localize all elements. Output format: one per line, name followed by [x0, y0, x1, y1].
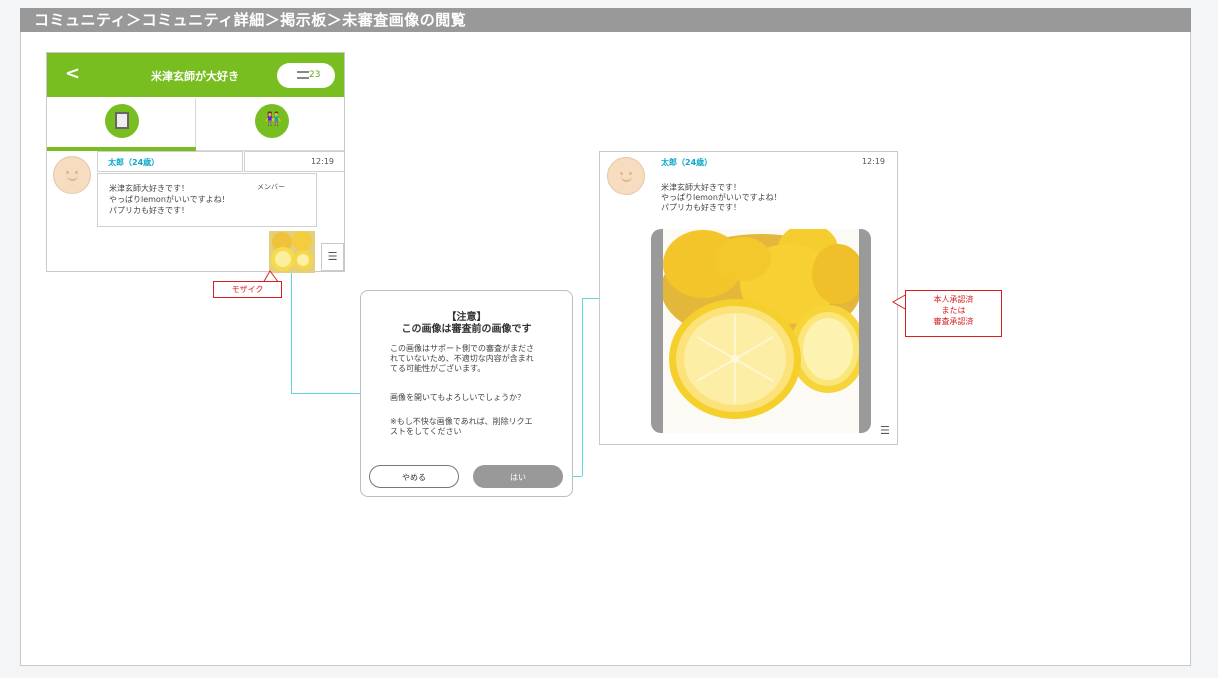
message-line: やっぱりlemonがいいですよね！ [661, 193, 782, 202]
community-board-screen: < 米津玄師が大好き 23 👫 メンバー 太郎（24歳） 12:19 米津玄師大… [46, 52, 345, 273]
approved-annotation: 本人承認済 または 審査承認済 [905, 290, 1002, 337]
message-line: パプリカも好きです！ [109, 206, 189, 215]
connector-line [291, 272, 292, 393]
dialog-note: ※もし不快な画像であれば、削除リクエ ストをしてください [390, 417, 533, 437]
dialog-line: てる可能性がございます。 [390, 364, 486, 373]
dialog-title: この画像は審査前の画像です [401, 324, 532, 335]
post-count: 23 [309, 70, 321, 80]
message-line: パプリカも好きです！ [661, 203, 741, 212]
list-icon [297, 71, 309, 79]
post-time: 12:19 [310, 157, 334, 166]
avatar [607, 157, 645, 195]
tab-board[interactable] [47, 98, 196, 151]
mosaic-annotation: モザイク [213, 281, 282, 298]
post-menu-button[interactable]: ☰ [321, 243, 344, 271]
post-message-box: 米津玄師大好きです！ やっぱりlemonがいいですよね！ パプリカも好きです！ [97, 173, 317, 227]
post-author-box: 太郎（24歳） [97, 151, 243, 172]
cancel-button[interactable]: やめる [369, 465, 459, 488]
connector-line [582, 298, 599, 299]
post-image[interactable] [651, 229, 871, 433]
message-line: 米津玄師大好きです！ [109, 184, 189, 193]
dialog-warning-text: この画像はサポート側での審査がまださ れていないため、不適切な内容が含まれ てる… [390, 344, 534, 374]
post-item: 太郎（24歳） 12:19 米津玄師大好きです！ やっぱりlemonがいいですよ… [47, 151, 344, 273]
app-header: < 米津玄師が大好き 23 [47, 53, 344, 97]
dialog-question: 画像を開いてもよろしいでしょうか？ [390, 393, 526, 402]
breadcrumb: コミュニティ＞コミュニティ詳細＞掲示板＞未審査画像の閲覧 [20, 8, 1191, 32]
post-count-button[interactable]: 23 [277, 63, 335, 88]
dialog-line: この画像はサポート側での審査がまださ [390, 344, 534, 353]
post-message: 米津玄師大好きです！ やっぱりlemonがいいですよね！ パプリカも好きです！ [661, 183, 782, 213]
message-line: 米津玄師大好きです！ [661, 183, 741, 192]
tab-bar: 👫 メンバー [47, 98, 344, 191]
post-menu-button[interactable]: ☰ [880, 424, 890, 437]
members-icon: 👫 [255, 104, 289, 138]
board-icon [105, 104, 139, 138]
tab-members[interactable]: 👫 メンバー [196, 98, 344, 191]
back-button[interactable]: < [65, 63, 80, 84]
mosaic-image-thumbnail[interactable] [269, 231, 315, 273]
post-author: 太郎（24歳） [661, 158, 713, 167]
post-author: 太郎（24歳） [108, 158, 160, 167]
message-line: やっぱりlemonがいいですよね！ [109, 195, 230, 204]
post-message: 米津玄師大好きです！ やっぱりlemonがいいですよね！ パプリカも好きです！ [109, 183, 230, 216]
dialog-line: れていないため、不適切な内容が含まれ [390, 354, 534, 363]
connector-line [291, 393, 361, 394]
post-time-box: 12:19 [244, 151, 344, 172]
annotation-line: 審査承認済 [933, 317, 974, 326]
post-time: 12:19 [861, 157, 885, 166]
community-title: 米津玄師が大好き [151, 70, 239, 83]
connector-line [582, 298, 583, 476]
dialog-line: ※もし不快な画像であれば、削除リクエ [390, 417, 533, 426]
post-detail-view: 太郎（24歳） 12:19 米津玄師大好きです！ やっぱりlemonがいいですよ… [599, 151, 898, 445]
dialog-line: ストをしてください [390, 427, 462, 436]
annotation-line: 本人承認済 [933, 295, 974, 304]
caution-dialog: 【注意】 この画像は審査前の画像です この画像はサポート側での審査がまださ れて… [360, 290, 573, 497]
confirm-button[interactable]: はい [473, 465, 563, 488]
annotation-line: または [941, 306, 966, 315]
avatar [53, 156, 91, 194]
